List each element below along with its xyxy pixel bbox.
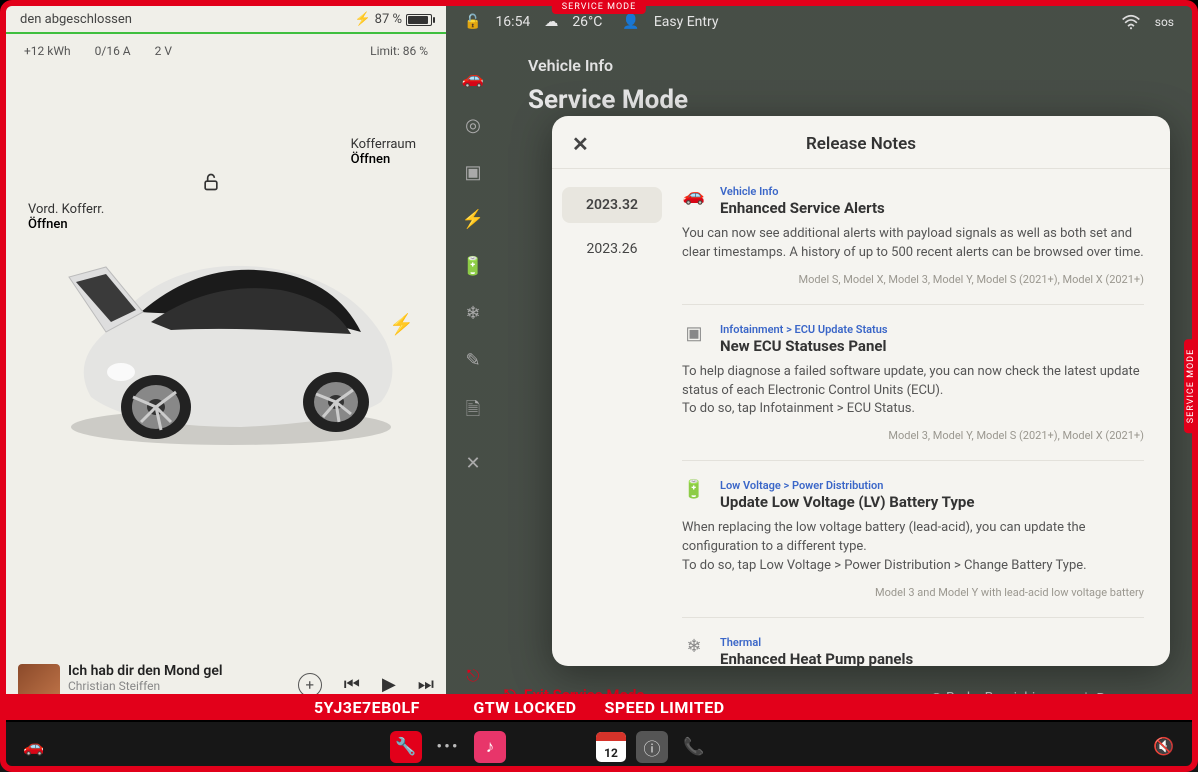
lock-status-text: den abgeschlossen	[20, 12, 132, 27]
charge-progress-bar	[6, 32, 446, 34]
left-panel: den abgeschlossen ⚡ 87 % +12 kWh 0/16 A …	[6, 6, 446, 716]
dock: 🚗 🔧 ••• ♪ 12 ⓘ 📞 🔇	[0, 722, 1198, 772]
nav-battery-icon[interactable]: 🔋	[462, 256, 484, 277]
nav-sat-icon[interactable]: ✕	[465, 453, 480, 474]
nav-vehicle-icon[interactable]: 🚗	[462, 68, 484, 89]
right-panel: 🔓 16:54 ☁ 26°C 👤 Easy Entry sos 🚗 ◎ ▣ ⚡	[446, 6, 1192, 716]
note-body: When replacing the low voltage battery (…	[682, 519, 1144, 576]
nav-power-icon[interactable]: ⚡	[462, 209, 484, 230]
car-image	[51, 222, 411, 462]
trunk-button[interactable]: Kofferraum Öffnen	[351, 137, 416, 167]
bolt-icon: ⚡	[354, 12, 370, 27]
version-item[interactable]: 2023.26	[562, 231, 662, 267]
dock-car-icon[interactable]: 🚗	[18, 731, 50, 763]
battery-percent: 87 %	[375, 12, 402, 27]
trunk-label: Kofferraum	[351, 137, 416, 152]
note-body: To help diagnose a failed software updat…	[682, 363, 1144, 420]
stat-limit[interactable]: Limit: 86 %	[370, 44, 428, 58]
sos-button[interactable]: sos	[1155, 15, 1174, 29]
clock[interactable]: 16:54	[495, 14, 530, 30]
battery-icon: 🔋	[682, 479, 706, 511]
battery-indicator[interactable]: ⚡ 87 %	[354, 12, 432, 27]
release-notes-modal: ✕ Release Notes 2023.32 2023.26 🚗 Vehicle …	[552, 116, 1170, 666]
nav-doc-icon[interactable]: 🗎	[466, 397, 480, 427]
dock-service-icon[interactable]: 🔧	[390, 731, 422, 763]
dock-info-icon[interactable]: ⓘ	[636, 731, 668, 763]
version-list: 2023.32 2023.26	[552, 169, 672, 666]
unlock-icon[interactable]	[201, 172, 221, 192]
dock-more-icon[interactable]: •••	[432, 731, 464, 763]
weather-icon[interactable]: ☁	[544, 14, 558, 30]
media-prev-button[interactable]: ⏮	[344, 674, 360, 695]
stat-kwh: +12 kWh	[24, 44, 71, 58]
release-note: ❄ThermalEnhanced Heat Pump panelsThe Sen…	[682, 636, 1144, 666]
stat-volts: 2 V	[155, 44, 172, 58]
warning-bar: 5YJ3E7EB0LF GTW LOCKED SPEED LIMITED	[6, 694, 1192, 720]
note-footer: Model S, Model X, Model 3, Model Y, Mode…	[682, 273, 1144, 286]
nav-thermal-icon[interactable]: ❄	[465, 303, 480, 324]
service-mode-title: Service Mode	[528, 85, 1164, 115]
notes-list[interactable]: 🚗 Vehicle InfoEnhanced Service Alerts You …	[672, 169, 1170, 666]
dock-calendar-icon[interactable]: 12	[596, 732, 626, 762]
temperature: 26°C	[572, 14, 602, 30]
speed-limited-text: SPEED LIMITED	[604, 698, 724, 717]
note-crumb: Infotainment > ECU Update Status	[720, 323, 888, 336]
dock-phone-icon[interactable]: 📞	[678, 731, 710, 763]
snow-icon: ❄	[682, 636, 706, 666]
profile-name[interactable]: Easy Entry	[654, 14, 719, 30]
lock-icon[interactable]: 🔓	[464, 14, 481, 30]
release-note: ▣ Infotainment > ECU Update StatusNew ECU…	[682, 323, 1144, 462]
release-note: 🔋 Low Voltage > Power DistributionUpdate …	[682, 479, 1144, 618]
media-play-button[interactable]: ▶	[382, 674, 396, 695]
battery-icon	[406, 14, 432, 26]
close-button[interactable]: ✕	[572, 132, 589, 156]
note-footer: Model 3, Model Y, Model S (2021+), Model…	[682, 429, 1144, 442]
note-crumb: Vehicle Info	[720, 185, 885, 198]
nav-chip-icon[interactable]: ▣	[464, 162, 481, 183]
media-byline: Christian Steiffen	[68, 679, 223, 693]
service-mode-tag-top: SERVICE MODE	[552, 0, 646, 14]
media-add-button[interactable]: +	[298, 673, 322, 697]
service-nav: 🚗 ◎ ▣ ⚡ 🔋 ❄ ✎ 🗎 ✕ ⎋	[446, 38, 500, 716]
note-title: Enhanced Service Alerts	[720, 199, 885, 217]
note-crumb: Thermal	[720, 636, 913, 649]
car-visualization: Kofferraum Öffnen Vord. Kofferr. Öffnen …	[6, 62, 446, 652]
trunk-action: Öffnen	[351, 152, 416, 167]
vehicle-info-heading[interactable]: Vehicle Info	[528, 56, 1164, 75]
frunk-label: Vord. Kofferr.	[28, 202, 104, 217]
note-title: New ECU Statuses Panel	[720, 337, 888, 355]
media-next-button[interactable]: ⏭	[418, 674, 434, 695]
wifi-icon[interactable]	[1121, 14, 1141, 30]
version-item[interactable]: 2023.32	[562, 187, 662, 223]
service-mode-tag-right: SERVICE MODE	[1184, 339, 1198, 433]
media-title: Ich hab dir den Mond gel	[68, 663, 223, 679]
release-note: 🚗 Vehicle InfoEnhanced Service Alerts You …	[682, 185, 1144, 305]
note-footer: Model 3 and Model Y with lead-acid low v…	[682, 586, 1144, 599]
gtw-locked-text: GTW LOCKED	[473, 698, 576, 717]
modal-title: Release Notes	[806, 134, 916, 154]
chip-icon: ▣	[682, 323, 706, 355]
note-title: Enhanced Heat Pump panels	[720, 650, 913, 666]
stat-amps: 0/16 A	[95, 44, 131, 58]
car-icon: 🚗	[682, 185, 706, 217]
nav-exit-icon[interactable]: ⎋	[467, 666, 480, 686]
nav-steering-icon[interactable]: ◎	[465, 115, 481, 136]
dock-music-icon[interactable]: ♪	[474, 731, 506, 763]
vin-text: 5YJ3E7EB0LF	[314, 698, 420, 717]
note-body: You can now see additional alerts with p…	[682, 225, 1144, 263]
note-title: Update Low Voltage (LV) Battery Type	[720, 493, 974, 511]
dock-volume-mute-icon[interactable]: 🔇	[1148, 731, 1180, 763]
profile-icon[interactable]: 👤	[622, 14, 639, 30]
note-crumb: Low Voltage > Power Distribution	[720, 479, 974, 492]
nav-tools-icon[interactable]: ✎	[465, 350, 480, 371]
